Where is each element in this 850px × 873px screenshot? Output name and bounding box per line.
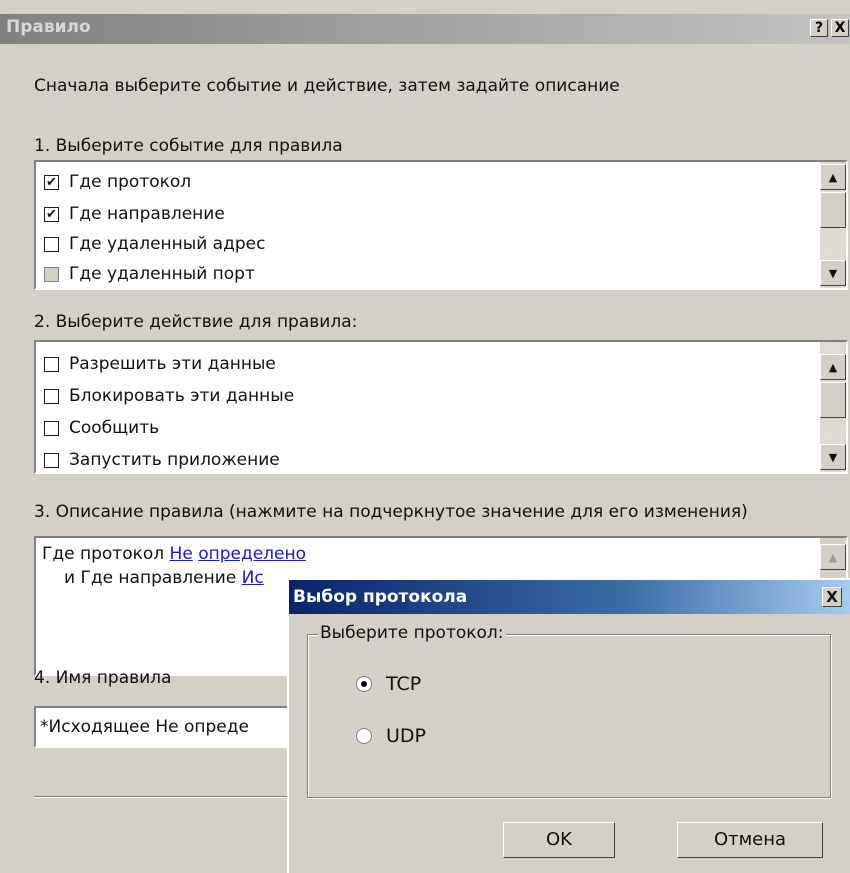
action-listbox[interactable]: Разрешить эти данные Блокировать эти дан… <box>34 340 848 474</box>
checkbox[interactable] <box>44 452 59 468</box>
scroll-up-icon[interactable]: ▲ <box>820 354 846 380</box>
event-item-protocol[interactable]: ✔ Где протокол <box>44 170 191 194</box>
section4-label: 4. Имя правила <box>34 668 172 688</box>
radio-label: UDP <box>386 725 426 747</box>
help-button[interactable]: ? <box>810 19 828 37</box>
radio-label: TCP <box>386 673 422 695</box>
event-item-remote-address[interactable]: Где удаленный адрес <box>44 232 265 256</box>
instruction-text: Сначала выберите событие и действие, зат… <box>34 76 620 96</box>
item-label: Сообщить <box>69 418 160 438</box>
protocol-group-label: Выберите протокол: <box>318 623 506 643</box>
checkbox[interactable]: ✔ <box>44 206 59 222</box>
protocol-link-defined[interactable]: определено <box>198 544 306 564</box>
scroll-up-icon[interactable]: ▲ <box>820 164 846 190</box>
dialog-title: Правило <box>6 17 91 37</box>
scroll-down-icon[interactable]: ▼ <box>820 444 846 470</box>
event-item-remote-port[interactable]: Где удаленный порт <box>44 262 255 286</box>
scroll-down-icon[interactable]: ▼ <box>820 260 846 286</box>
item-label: Где направление <box>69 204 225 224</box>
checkbox[interactable] <box>44 420 59 436</box>
action-item-run-app[interactable]: Запустить приложение <box>44 448 280 472</box>
action-scrollbar[interactable]: ▲ ▼ <box>820 342 846 472</box>
radio-button[interactable] <box>356 728 372 744</box>
scroll-thumb[interactable] <box>820 192 846 228</box>
item-label: Разрешить эти данные <box>69 354 276 374</box>
radio-tcp[interactable]: TCP <box>356 673 421 695</box>
checkbox[interactable] <box>44 388 59 404</box>
section1-label: 1. Выберите событие для правила <box>34 136 343 156</box>
protocol-dialog-title-bar[interactable]: Выбор протокола X <box>289 580 850 614</box>
protocol-group: Выберите протокол: TCP UDP <box>307 623 831 798</box>
rule-dialog: Правило ? X Сначала выберите событие и д… <box>0 0 850 873</box>
checkbox[interactable] <box>44 356 59 372</box>
protocol-dialog: Выбор протокола X Выберите протокол: TCP… <box>287 578 850 873</box>
close-icon[interactable]: X <box>822 587 842 607</box>
description-line-1: Где протокол Не определено <box>42 544 306 564</box>
item-label: Где удаленный порт <box>69 264 255 284</box>
item-label: Где удаленный адрес <box>69 234 266 254</box>
protocol-link-not[interactable]: Не <box>170 544 193 564</box>
item-label: Запустить приложение <box>69 450 280 470</box>
title-bar[interactable]: Правило ? X <box>0 14 850 44</box>
event-scrollbar[interactable]: ▲ ▼ <box>820 162 846 288</box>
close-button[interactable]: X <box>831 19 849 37</box>
checkbox[interactable]: ✔ <box>44 174 59 190</box>
scroll-thumb[interactable] <box>820 382 846 418</box>
protocol-dialog-title: Выбор протокола <box>293 587 468 607</box>
rule-name-input[interactable]: *Исходящее Не опреде <box>34 706 314 748</box>
checkbox[interactable] <box>44 266 59 282</box>
direction-link[interactable]: Ис <box>242 568 264 588</box>
section2-label: 2. Выберите действие для правила: <box>34 312 358 332</box>
description-line-2: и Где направление Ис <box>64 568 264 588</box>
item-label: Блокировать эти данные <box>69 386 295 406</box>
event-listbox[interactable]: ✔ Где протокол ✔ Где направление Где уда… <box>34 160 848 290</box>
radio-button[interactable] <box>356 676 372 692</box>
scroll-up-icon[interactable]: ▲ <box>820 544 846 570</box>
description-text: Где протокол <box>42 544 165 564</box>
action-item-notify[interactable]: Сообщить <box>44 416 159 440</box>
cancel-button[interactable]: Отмена <box>677 822 823 858</box>
radio-udp[interactable]: UDP <box>356 725 426 747</box>
checkbox[interactable] <box>44 236 59 252</box>
item-label: Где протокол <box>69 172 192 192</box>
event-item-direction[interactable]: ✔ Где направление <box>44 202 225 226</box>
rule-name-value: *Исходящее Не опреде <box>40 717 249 737</box>
separator <box>34 796 294 798</box>
section3-label: 3. Описание правила (нажмите на подчеркн… <box>34 502 748 522</box>
action-item-block[interactable]: Блокировать эти данные <box>44 384 294 408</box>
description-text: и Где направление <box>64 568 237 588</box>
action-item-allow[interactable]: Разрешить эти данные <box>44 352 276 376</box>
ok-button[interactable]: OK <box>503 822 615 858</box>
